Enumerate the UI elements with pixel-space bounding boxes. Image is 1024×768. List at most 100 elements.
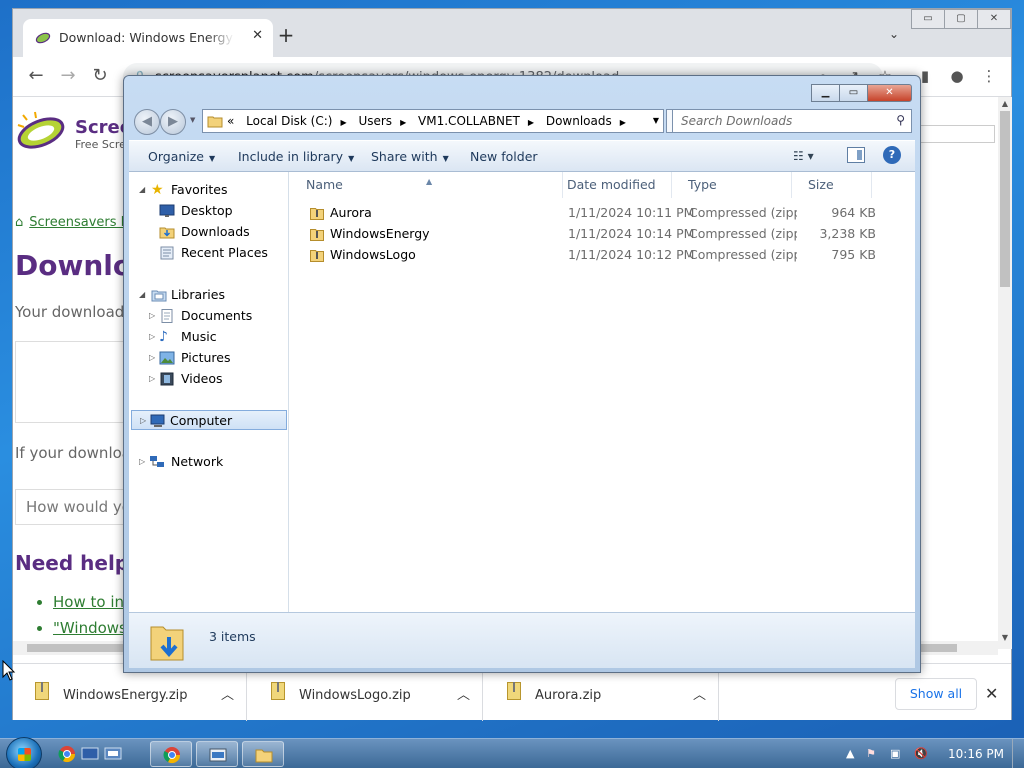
volume-icon[interactable]: 🔇: [914, 747, 928, 760]
close-button[interactable]: ✕: [867, 84, 912, 102]
new-tab-button[interactable]: +: [275, 25, 297, 45]
close-button[interactable]: ✕: [977, 9, 1011, 29]
chevron-up-icon[interactable]: ︿: [221, 684, 234, 703]
libraries-icon: [151, 290, 167, 302]
help-link[interactable]: "Windows: [53, 619, 127, 637]
expand-arrow-icon[interactable]: ◢: [139, 285, 145, 305]
forward-arrow-icon[interactable]: ▶: [160, 109, 186, 135]
collapsed-arrow-icon[interactable]: ▷: [149, 348, 155, 368]
nav-pictures[interactable]: ▷ Pictures: [149, 348, 279, 368]
nav-network[interactable]: ▷ Network: [139, 452, 279, 472]
column-header-type[interactable]: Type: [672, 172, 792, 198]
maximize-button[interactable]: ▭: [839, 84, 868, 102]
show-hidden-icons[interactable]: ▲: [846, 747, 854, 760]
minimize-button[interactable]: ▭: [911, 9, 945, 29]
chevron-right-icon[interactable]: ▶: [620, 118, 626, 127]
search-input[interactable]: Search Downloads ⚲: [672, 109, 912, 133]
collapsed-arrow-icon[interactable]: ▷: [149, 306, 155, 326]
chrome-icon[interactable]: [58, 745, 76, 763]
reload-icon[interactable]: ↻: [89, 66, 111, 86]
column-header-name[interactable]: Name ▲: [290, 172, 563, 198]
file-row[interactable]: WindowsEnergy 1/11/2024 10:14 PM Compres…: [290, 223, 915, 244]
nav-recent-places[interactable]: Recent Places: [159, 243, 284, 263]
breadcrumb-item[interactable]: Downloads: [546, 114, 612, 128]
minimize-button[interactable]: ▁: [811, 84, 840, 102]
file-row[interactable]: WindowsLogo 1/11/2024 10:12 PM Compresse…: [290, 244, 915, 265]
collapsed-arrow-icon[interactable]: ▷: [140, 411, 146, 431]
action-center-icon[interactable]: ⚑: [866, 747, 876, 760]
home-icon[interactable]: ⌂: [15, 215, 23, 230]
column-header-date[interactable]: Date modified: [551, 172, 672, 198]
breadcrumb-item[interactable]: Users: [358, 114, 392, 128]
taskbar-app-button[interactable]: [196, 741, 238, 767]
recent-pages-dropdown-icon[interactable]: ▼: [190, 116, 195, 124]
nav-favorites[interactable]: ◢ ★ Favorites: [139, 180, 279, 200]
download-message: Your download: [15, 303, 125, 321]
restore-button[interactable]: ▢: [944, 9, 978, 29]
back-arrow-icon[interactable]: ◀: [134, 109, 160, 135]
address-overflow[interactable]: «: [227, 114, 234, 128]
new-folder-button[interactable]: New folder: [470, 149, 538, 164]
scroll-up-icon[interactable]: ▲: [998, 99, 1012, 108]
network-tray-icon[interactable]: ▣: [890, 747, 900, 760]
collapsed-arrow-icon[interactable]: ▷: [149, 327, 155, 347]
collapsed-arrow-icon[interactable]: ▷: [149, 369, 155, 389]
nav-desktop[interactable]: Desktop: [159, 201, 279, 221]
change-view-icon[interactable]: ☷ ▾: [793, 149, 814, 163]
help-link[interactable]: How to in: [53, 593, 124, 611]
share-with-menu[interactable]: Share with ▼: [371, 149, 449, 164]
preview-pane-icon[interactable]: [847, 147, 865, 163]
sort-arrow-icon: ▲: [426, 177, 433, 186]
tab-search-icon[interactable]: ⌄: [889, 27, 899, 41]
pictures-icon: [159, 351, 175, 365]
nav-downloads[interactable]: Downloads: [159, 222, 279, 242]
breadcrumb-item[interactable]: Local Disk (C:): [246, 114, 332, 128]
scrollbar-thumb[interactable]: [1000, 111, 1010, 287]
show-desktop-quicklaunch-icon[interactable]: [81, 745, 99, 763]
taskbar: ▲ ⚑ ▣ 🔇 10:16 PM: [0, 737, 1024, 768]
show-all-button[interactable]: Show all: [895, 678, 977, 710]
nav-label: Network: [171, 454, 224, 469]
help-icon[interactable]: ?: [883, 146, 901, 164]
chevron-up-icon[interactable]: ︿: [693, 684, 706, 703]
address-bar[interactable]: « Local Disk (C:) ▶ Users ▶ VM1.COLLABNET ▶…: [202, 109, 664, 133]
chevron-right-icon[interactable]: ▶: [400, 118, 406, 127]
nav-computer[interactable]: ▷ Computer: [131, 410, 287, 430]
organize-menu[interactable]: Organize ▼: [148, 149, 215, 164]
breadcrumb-item[interactable]: VM1.COLLABNET: [418, 114, 520, 128]
explorer-body: ◢ ★ Favorites Desktop Downloads Recent P…: [129, 172, 915, 612]
show-desktop-button[interactable]: [1012, 739, 1024, 768]
breadcrumb-link[interactable]: Screensavers P: [29, 215, 128, 230]
expand-arrow-icon[interactable]: ◢: [139, 180, 145, 200]
tab-close-icon[interactable]: ✕: [252, 28, 263, 43]
nav-libraries[interactable]: ◢ Libraries: [139, 285, 279, 305]
site-logo[interactable]: [15, 111, 67, 155]
scroll-down-icon[interactable]: ▼: [998, 633, 1012, 642]
profile-icon[interactable]: ●: [947, 67, 967, 85]
close-downloads-icon[interactable]: ✕: [985, 684, 998, 703]
chevron-up-icon[interactable]: ︿: [457, 684, 470, 703]
nav-videos[interactable]: ▷ Videos: [149, 369, 279, 389]
taskbar-explorer-button[interactable]: [242, 741, 284, 767]
collapsed-arrow-icon[interactable]: ▷: [139, 452, 145, 472]
search-icon[interactable]: ⚲: [896, 113, 905, 127]
column-header-size[interactable]: Size: [792, 172, 872, 198]
site-search-input[interactable]: [913, 125, 995, 143]
file-row[interactable]: Aurora 1/11/2024 10:11 PM Compressed (zi…: [290, 202, 915, 223]
menu-icon[interactable]: ⋮: [979, 67, 999, 85]
chevron-right-icon[interactable]: ▶: [528, 118, 534, 127]
browser-tab[interactable]: Download: Windows Energy - Sc ✕: [23, 19, 273, 57]
switch-windows-icon[interactable]: [104, 745, 122, 763]
clock[interactable]: 10:16 PM: [948, 747, 1004, 761]
nav-documents[interactable]: ▷ Documents: [149, 306, 279, 326]
start-button[interactable]: [6, 737, 42, 768]
nav-music[interactable]: ▷ ♪ Music: [149, 327, 279, 347]
column-label: Type: [688, 177, 717, 192]
back-arrow-icon[interactable]: ←: [25, 66, 47, 86]
taskbar-chrome-button[interactable]: [150, 741, 192, 767]
vertical-scrollbar[interactable]: ▲ ▼: [998, 97, 1012, 649]
address-dropdown-icon[interactable]: ▼: [653, 116, 659, 125]
chevron-right-icon[interactable]: ▶: [340, 118, 346, 127]
include-in-library-menu[interactable]: Include in library ▼: [238, 149, 354, 164]
forward-arrow-icon[interactable]: →: [57, 66, 79, 86]
